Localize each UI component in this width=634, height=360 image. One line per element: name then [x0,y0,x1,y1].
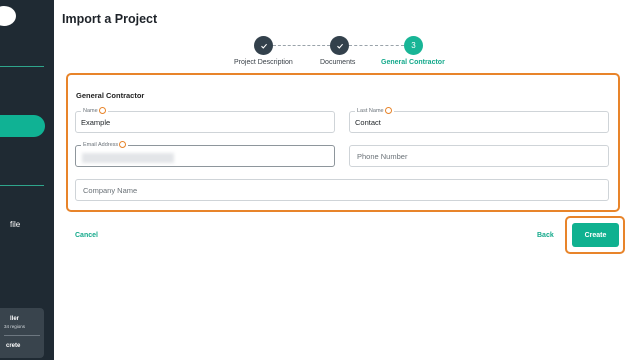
step-3-circle[interactable]: 3 [404,36,423,55]
create-button[interactable]: Create [572,223,619,247]
avatar[interactable] [0,6,16,26]
last-name-field-label: Last Name [355,107,394,115]
general-contractor-form: General Contractor Name Example Last Nam… [66,73,620,212]
check-icon [260,43,267,49]
main-panel: Import a Project 3 Project Description D… [54,0,634,360]
sidebar-card-title: ller [10,316,20,322]
phone-number-field[interactable]: Phone Number [349,145,609,167]
click-marker-icon [384,107,392,115]
step-label-documents: Documents [320,59,356,66]
sidebar: file ller 34 regions crete [0,0,54,360]
sidebar-card-divider [4,335,40,336]
last-name-field[interactable]: Last Name Contact [349,107,609,133]
company-name-field[interactable]: Company Name [75,179,609,201]
step-2-circle[interactable] [330,36,349,55]
page-title: Import a Project [62,12,158,26]
sidebar-card-bottom: crete [6,343,21,349]
click-marker-icon [119,141,127,149]
section-title: General Contractor [76,91,145,100]
phone-number-placeholder: Phone Number [357,152,408,161]
sidebar-card-subtitle: 34 regions [4,324,26,329]
company-name-placeholder: Company Name [83,186,138,195]
last-name-field-value: Contact [355,118,381,127]
name-field-label: Name [81,107,108,115]
sidebar-item-active[interactable] [0,115,45,137]
sidebar-card[interactable]: ller 34 regions crete [0,308,44,358]
step-connector [273,45,330,46]
back-button[interactable]: Back [537,232,554,239]
step-1-circle[interactable] [254,36,273,55]
name-field[interactable]: Name Example [75,107,335,133]
redacted-email-value [82,153,174,163]
click-marker-icon [98,107,106,115]
email-field-label: Email Address [81,141,129,149]
name-field-value: Example [81,118,111,127]
email-field[interactable]: Email Address [75,141,335,167]
check-icon [336,43,343,49]
sidebar-divider [0,185,44,186]
step-label-project-description: Project Description [234,59,293,66]
cancel-button[interactable]: Cancel [75,232,98,239]
sidebar-item-label[interactable]: file [10,220,20,229]
sidebar-divider [0,66,44,67]
step-label-general-contractor: General Contractor [381,59,445,66]
step-connector [349,45,404,46]
